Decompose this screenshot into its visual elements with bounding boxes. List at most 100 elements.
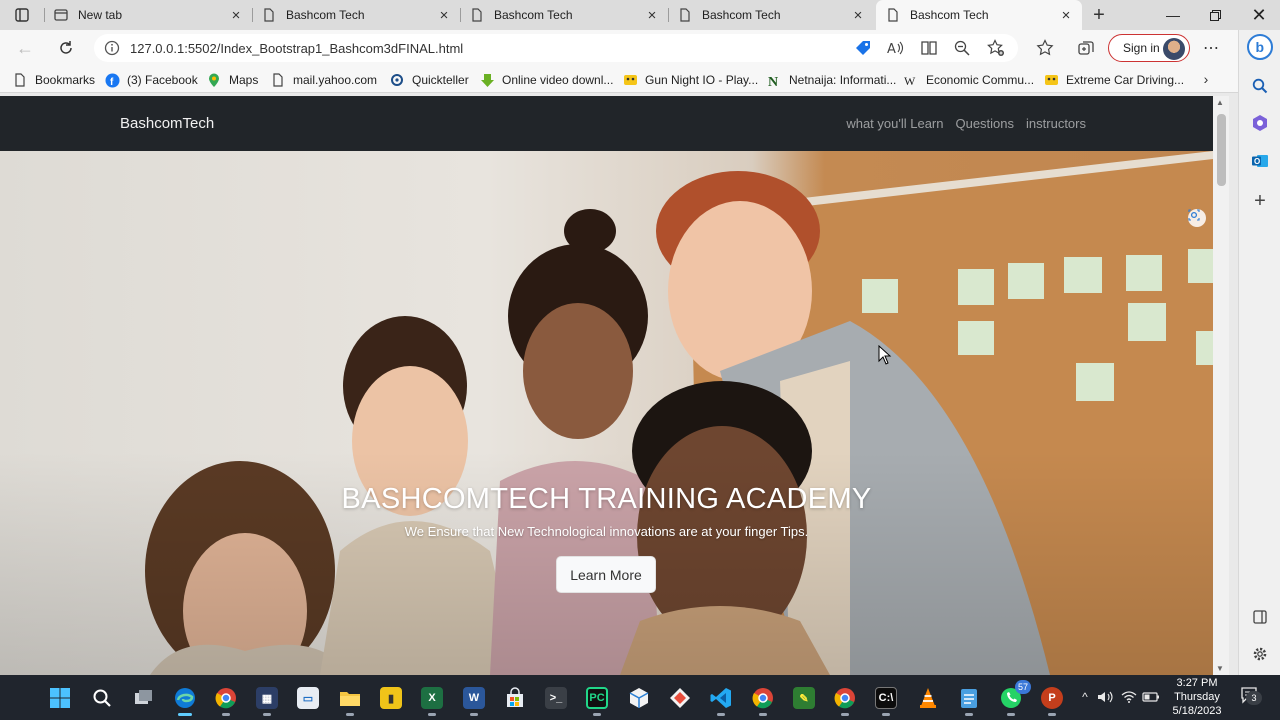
close-tab-icon[interactable]: × [644,7,660,24]
taskbar-chrome-3[interactable] [831,684,859,716]
volume-button[interactable] [1096,687,1114,707]
taskbar-word[interactable]: W [460,684,488,716]
bookmark-item[interactable]: mail.yahoo.com [270,70,377,90]
refresh-button[interactable] [55,37,77,59]
taskbar-notepad[interactable] [955,684,983,716]
start-button[interactable] [46,684,74,712]
excel-icon: X [421,687,443,709]
nav-link-instructors[interactable]: instructors [1026,116,1086,131]
read-aloud-button[interactable]: A [884,37,906,59]
address-bar[interactable]: 127.0.0.1:5502/Index_Bootstrap1_Bashcom3… [94,34,1018,62]
taskbar-app-picture[interactable]: ✎ [790,684,818,712]
bookmark-label: Extreme Car Driving... [1066,73,1185,87]
visual-search-button[interactable] [1188,209,1206,227]
bookmark-item[interactable]: W Economic Commu... [903,70,1035,90]
taskbar-excel[interactable]: X [418,684,446,716]
scrollbar-thumb[interactable] [1217,114,1226,186]
notifications-button[interactable]: 3 [1240,685,1262,705]
taskbar-app-blueprint[interactable]: ▦ [253,684,281,716]
sign-in-button[interactable]: Sign in [1108,34,1190,62]
taskbar-terminal-2[interactable]: C:\ [872,684,900,716]
scroll-up-arrow-icon[interactable]: ▲ [1216,98,1224,107]
network-button[interactable] [1120,687,1138,707]
close-tab-icon[interactable]: × [436,7,452,24]
taskbar-pycharm[interactable]: PC [583,684,611,716]
taskbar-chrome-2[interactable] [749,684,777,716]
restore-button[interactable] [1194,0,1236,30]
game-icon [1043,72,1059,88]
minimize-button[interactable]: — [1152,0,1194,30]
taskbar-app-cube[interactable] [625,684,653,712]
taskbar-whatsapp[interactable]: 57 [997,680,1031,716]
taskbar-app-window[interactable]: ▭ [294,684,322,712]
site-brand-link[interactable]: BashcomTech [120,115,214,132]
read-aloud-icon: A [887,41,904,57]
bookmark-item[interactable]: Gun Night IO - Play... [622,70,758,90]
system-clock[interactable]: 3:27 PM Thursday 5/18/2023 [1168,676,1226,718]
new-tab-button[interactable]: + [1088,4,1110,26]
taskbar-powerpoint[interactable]: P [1038,684,1066,716]
tab-bashcom-active[interactable]: Bashcom Tech × [876,0,1082,30]
bookmark-item[interactable]: Extreme Car Driving... [1043,70,1184,90]
bookmark-item[interactable]: f (3) Facebook [104,70,198,90]
site-info-button[interactable] [94,34,130,62]
battery-button[interactable] [1142,687,1160,707]
tab-bashcom-2[interactable]: Bashcom Tech × [460,0,668,30]
close-tab-icon[interactable]: × [850,7,866,24]
edge-tag-button[interactable] [852,37,874,59]
favorites-button[interactable] [1034,37,1056,59]
bookmark-item[interactable]: Bookmarks [12,70,95,90]
task-view-icon [135,690,152,704]
close-window-button[interactable]: ✕ [1238,0,1280,30]
bookmarks-overflow-button[interactable]: › [1198,70,1214,88]
outlook-sidebar-button[interactable]: O [1247,148,1273,174]
close-tab-icon[interactable]: × [1058,7,1074,24]
learn-more-button[interactable]: Learn More [556,556,656,593]
diamond-icon [670,688,690,708]
add-favorite-button[interactable] [985,37,1007,59]
scroll-down-arrow-icon[interactable]: ▼ [1216,664,1224,673]
collections-button[interactable] [1075,37,1097,59]
add-sidebar-app-button[interactable]: + [1247,188,1273,214]
tab-actions-button[interactable] [8,5,36,25]
taskbar-chrome-1[interactable] [212,684,240,716]
tab-bashcom-3[interactable]: Bashcom Tech × [668,0,874,30]
back-button[interactable]: ← [14,37,36,59]
sidebar-settings-button[interactable] [1247,641,1273,667]
show-hidden-icons-button[interactable]: ^ [1076,687,1094,707]
taskbar-file-explorer[interactable] [336,684,364,716]
bookmark-item[interactable]: Quickteller [389,70,469,90]
nav-link-questions[interactable]: Questions [955,116,1014,131]
task-view-button[interactable] [130,684,158,712]
game-icon [622,72,638,88]
page-scrollbar[interactable]: ▲ ▼ [1213,96,1229,675]
taskbar-search-button[interactable] [88,684,116,712]
taskbar-vlc[interactable] [914,684,942,712]
bookmark-item[interactable]: N Netnaija: Informati... [766,70,896,90]
bing-chat-button[interactable]: b [1247,34,1273,60]
bookmark-item[interactable]: Online video downl... [479,70,613,90]
taskbar-terminal-1[interactable]: >_ [542,684,570,712]
taskbar-app-yellow[interactable]: ▮ [377,684,405,712]
tab-bashcom-1[interactable]: Bashcom Tech × [252,0,460,30]
taskbar-app-diamond[interactable] [666,684,694,712]
cube-icon [629,688,649,708]
hide-sidebar-button[interactable] [1247,604,1273,630]
search-sidebar-button[interactable] [1247,73,1273,99]
taskbar-store[interactable] [501,684,529,712]
taskbar-vscode[interactable] [707,684,735,716]
close-tab-icon[interactable]: × [228,7,244,24]
immersive-reader-button[interactable] [918,37,940,59]
sign-in-label: Sign in [1123,41,1160,55]
tab-new-tab[interactable]: New tab × [44,0,252,30]
whatsapp-unread-badge: 57 [1015,680,1031,694]
bookmark-item[interactable]: Maps [206,70,258,90]
tools-sidebar-button[interactable] [1247,110,1273,136]
settings-menu-button[interactable]: ⋯ [1200,37,1222,59]
app-blueprint-icon: ▦ [256,687,278,709]
nav-link-what-youll-learn[interactable]: what you'll Learn [846,116,943,131]
powerpoint-icon: P [1041,687,1063,709]
taskbar-edge[interactable] [171,684,199,716]
zoom-out-button[interactable] [951,37,973,59]
info-icon [104,40,120,56]
